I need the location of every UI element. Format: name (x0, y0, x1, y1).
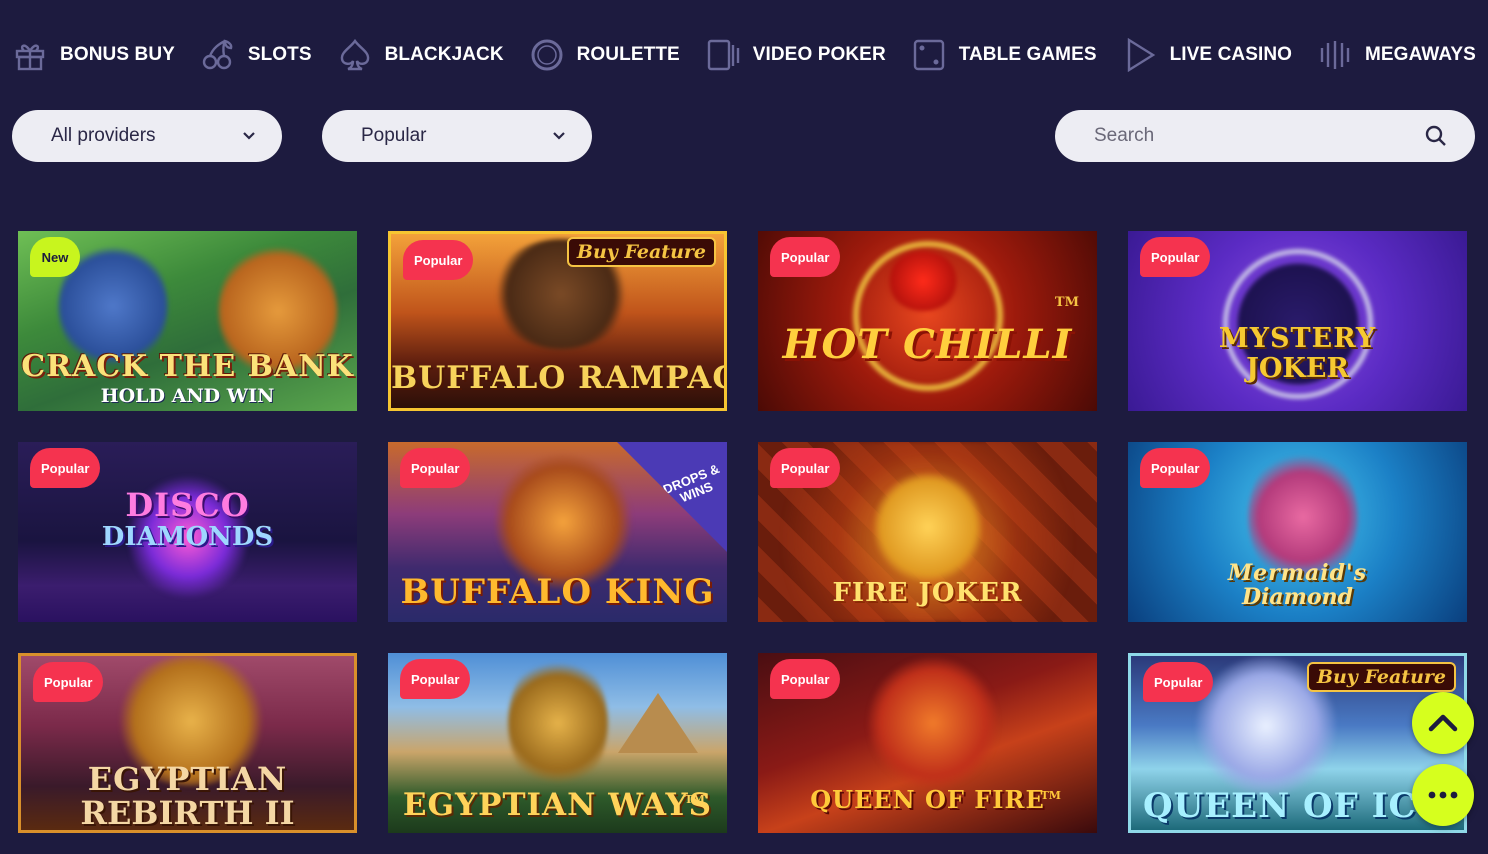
popular-badge: Popular (30, 448, 101, 488)
popular-badge: Popular (400, 448, 471, 488)
popular-badge: Popular (770, 237, 841, 277)
nav-item-bonus-buy[interactable]: BONUS BUY (12, 37, 175, 73)
game-title: FIRE JOKER (832, 578, 1023, 608)
roulette-wheel-icon (529, 37, 565, 73)
trademark-tag: TM (1054, 295, 1079, 310)
nav-item-table-games[interactable]: TABLE GAMES (911, 37, 1097, 73)
nav-item-video-poker[interactable]: VIDEO POKER (705, 37, 886, 73)
popular-badge: Popular (770, 448, 841, 488)
chevron-down-icon (553, 132, 565, 140)
chat-button[interactable] (1412, 764, 1474, 826)
video-poker-cards-icon (705, 37, 741, 73)
game-subtitle: Diamond (1241, 584, 1354, 610)
search-icon[interactable] (1425, 125, 1447, 147)
nav-item-slots[interactable]: SLOTS (200, 37, 312, 73)
game-tile-egyptian-ways[interactable]: EGYPTIAN WAYS TM Popular (388, 653, 727, 833)
game-tile-queen-of-fire[interactable]: QUEEN OF FIRE TM Popular (758, 653, 1097, 833)
trademark-tag: TM (1040, 789, 1061, 802)
game-subtitle: DIAMONDS (101, 522, 274, 552)
search-box (1055, 110, 1475, 162)
buy-feature-tag: Buy Feature (566, 237, 716, 267)
popular-badge: Popular (1140, 237, 1211, 277)
category-nav: BONUS BUY SLOTS BLACKJACK ROULETTE VIDEO… (12, 34, 1476, 76)
game-title: EGYPTIAN WAYS (402, 787, 713, 823)
buy-feature-tag: Buy Feature (1306, 662, 1456, 692)
chat-dots-icon (1428, 791, 1458, 799)
spade-icon (337, 37, 373, 73)
nav-item-megaways[interactable]: MEGAWAYS (1317, 37, 1476, 73)
game-title: Mermaid's (1227, 560, 1368, 586)
game-subtitle: HOLD AND WIN (100, 385, 275, 407)
sort-dropdown[interactable]: Popular (322, 110, 592, 162)
providers-dropdown-value: All providers (51, 125, 156, 146)
cherries-icon (200, 37, 236, 73)
nav-label: BLACKJACK (384, 44, 504, 65)
game-tile-buffalo-king[interactable]: DROPS & WINS BUFFALO KING Popular (388, 442, 727, 622)
game-tile-egyptian-rebirth-ii[interactable]: EGYPTIAN REBIRTH II Popular (18, 653, 357, 833)
popular-badge: Popular (1143, 662, 1214, 702)
sort-dropdown-value: Popular (361, 125, 427, 146)
play-icon (1122, 37, 1158, 73)
nav-item-roulette[interactable]: ROULETTE (529, 37, 680, 73)
game-tile-mermaids-diamond[interactable]: Mermaid's Diamond Popular (1128, 442, 1467, 622)
popular-badge: Popular (1140, 448, 1211, 488)
game-title: CRACK THE BANK (21, 349, 354, 384)
game-tile-mystery-joker[interactable]: MYSTERY JOKER Popular (1128, 231, 1467, 411)
scroll-to-top-button[interactable] (1412, 692, 1474, 754)
nav-label: TABLE GAMES (958, 44, 1097, 65)
nav-label: BONUS BUY (60, 44, 175, 65)
nav-label: LIVE CASINO (1169, 44, 1293, 65)
game-tile-hot-chilli[interactable]: HOT CHILLI TM Popular (758, 231, 1097, 411)
game-title: HOT CHILLI (782, 321, 1073, 368)
filter-bar: All providers Popular (12, 110, 1475, 162)
nav-label: MEGAWAYS (1364, 44, 1476, 65)
megaways-bars-icon (1317, 37, 1353, 73)
game-tile-crack-the-bank[interactable]: CRACK THE BANK HOLD AND WIN New (18, 231, 357, 411)
popular-badge: Popular (400, 659, 471, 699)
game-tile-disco-diamonds[interactable]: DISCO DIAMONDS Popular (18, 442, 357, 622)
nav-label: ROULETTE (576, 44, 680, 65)
popular-badge: Popular (403, 240, 474, 280)
providers-dropdown[interactable]: All providers (12, 110, 282, 162)
game-tile-buffalo-rampage[interactable]: Buy Feature BUFFALO RAMPAGE Popular (388, 231, 727, 411)
nav-label: VIDEO POKER (752, 44, 886, 65)
trademark-tag: TM (684, 793, 705, 806)
nav-item-live-casino[interactable]: LIVE CASINO (1122, 37, 1293, 73)
chevron-up-icon (1428, 714, 1458, 732)
nav-label: SLOTS (247, 44, 312, 65)
game-subtitle: REBIRTH II (80, 794, 295, 832)
gift-icon (12, 37, 48, 73)
game-title: DISCO (125, 486, 250, 524)
game-tile-fire-joker[interactable]: FIRE JOKER Popular (758, 442, 1097, 622)
nav-item-blackjack[interactable]: BLACKJACK (337, 37, 504, 73)
dice-icon (911, 37, 947, 73)
game-title: BUFFALO KING (400, 572, 715, 612)
game-title: EGYPTIAN (87, 760, 288, 798)
popular-badge: Popular (770, 659, 841, 699)
game-grid: CRACK THE BANK HOLD AND WIN New Buy Feat… (18, 231, 1467, 833)
new-badge: New (30, 237, 80, 277)
game-title: BUFFALO RAMPAGE (391, 360, 724, 396)
popular-badge: Popular (33, 662, 104, 702)
chevron-down-icon (243, 132, 255, 140)
game-title: MYSTERY (1218, 323, 1377, 354)
search-input[interactable] (1094, 125, 1425, 147)
game-subtitle: JOKER (1246, 353, 1349, 384)
